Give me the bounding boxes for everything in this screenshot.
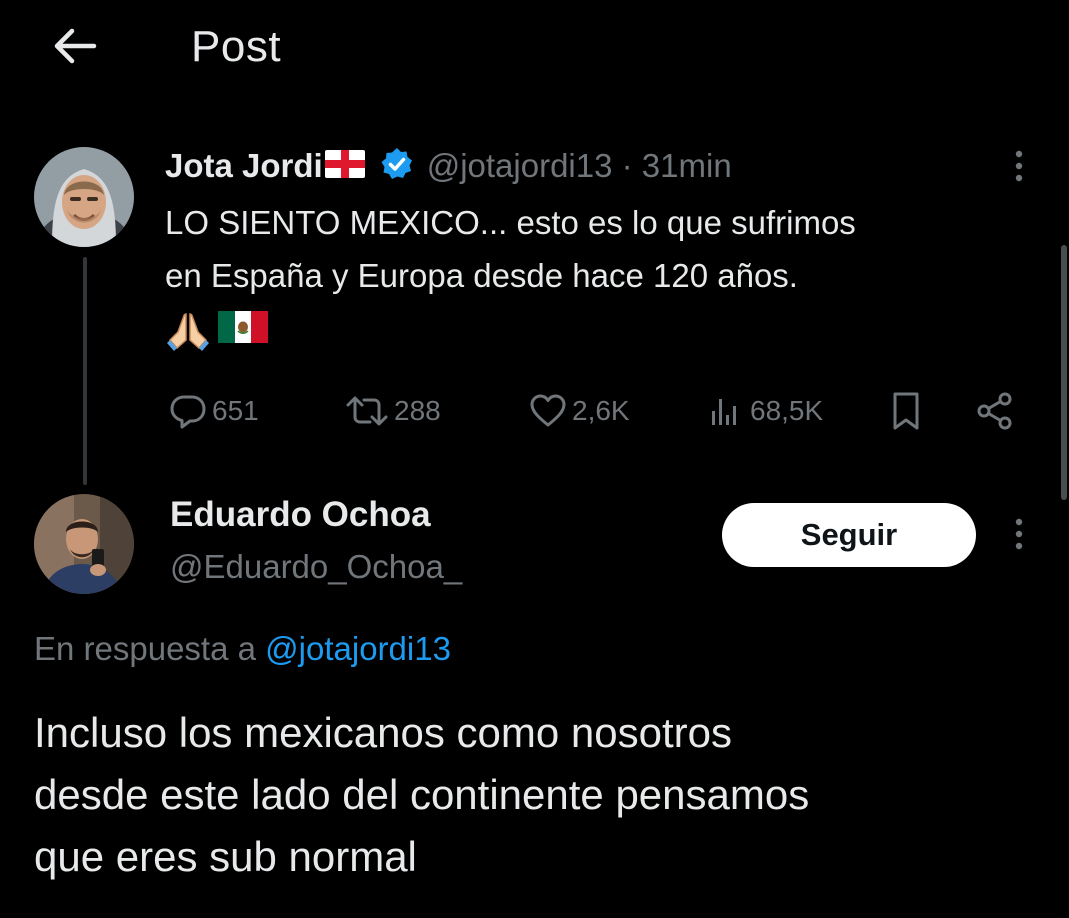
tweet-emoji-line: [166, 308, 268, 357]
folded-hands-icon: [166, 308, 210, 357]
original-tweet-header: Jota Jordi @jotajordi13 · 31min: [165, 144, 732, 188]
tweet-text-line: que eres sub normal: [34, 833, 417, 880]
author-name[interactable]: Jota Jordi: [165, 147, 323, 185]
tweet-text-line: LO SIENTO MEXICO... esto es lo que sufri…: [165, 204, 856, 241]
thread-connector-line: [83, 257, 87, 485]
views-count: 68,5K: [750, 395, 824, 426]
tweet-text-line: desde este lado del continente pensamos: [34, 771, 810, 818]
more-options-button[interactable]: [1004, 514, 1034, 554]
reply-context-prefix: En respuesta a: [34, 630, 266, 667]
like-count: 2,6K: [572, 395, 630, 426]
reply-context: En respuesta a @jotajordi13: [34, 630, 451, 668]
follow-button[interactable]: Seguir: [722, 503, 976, 567]
heart-icon: [530, 394, 566, 427]
bookmark-button[interactable]: [886, 386, 930, 436]
avatar-image: [34, 147, 134, 247]
original-tweet-text: LO SIENTO MEXICO... esto es lo que sufri…: [165, 196, 1045, 302]
england-flag-icon: [324, 149, 365, 183]
analytics-icon: [712, 399, 736, 425]
arrow-left-icon: [54, 28, 97, 64]
top-bar: Post: [0, 0, 1069, 98]
avatar-eduardo-ochoa[interactable]: [34, 494, 134, 594]
reply-author-name[interactable]: Eduardo Ochoa: [170, 495, 431, 535]
tweet-text-line: en España y Europa desde hace 120 años.: [165, 257, 798, 294]
reply-mention-link[interactable]: @jotajordi13: [265, 630, 451, 667]
post-page: Post Jota Jordi @jotajordi13 · 31min LO …: [0, 0, 1069, 918]
like-button[interactable]: 2,6K: [528, 386, 630, 436]
share-button[interactable]: [974, 386, 1020, 436]
reply-count: 651: [212, 395, 259, 426]
mexico-flag-icon: [218, 308, 268, 357]
reply-author-handle[interactable]: @Eduardo_Ochoa_: [170, 548, 462, 586]
more-options-button[interactable]: [1004, 146, 1034, 186]
more-vertical-icon: [1015, 518, 1023, 550]
verified-badge-icon: [379, 146, 415, 187]
tweet-actions-bar: 651 288 2,6K 68,5K: [168, 386, 1028, 436]
retweet-button[interactable]: 288: [344, 386, 441, 436]
author-handle-and-time: @jotajordi13 · 31min: [426, 147, 732, 184]
views-button[interactable]: 68,5K: [706, 386, 823, 436]
reply-button[interactable]: 651: [168, 386, 259, 436]
reply-tweet-text: Incluso los mexicanos como nosotros desd…: [34, 702, 1044, 888]
retweet-icon: [346, 396, 388, 426]
share-icon: [977, 392, 1012, 430]
tweet-text-line: Incluso los mexicanos como nosotros: [34, 709, 732, 756]
more-vertical-icon: [1015, 150, 1023, 182]
retweet-count: 288: [394, 395, 441, 426]
back-button[interactable]: [48, 22, 100, 70]
bookmark-icon: [893, 392, 919, 430]
reply-icon: [170, 395, 206, 429]
avatar-image: [34, 494, 134, 594]
scrollbar-thumb[interactable]: [1061, 245, 1067, 500]
page-title: Post: [191, 22, 282, 71]
avatar-jota-jordi[interactable]: [34, 147, 134, 247]
